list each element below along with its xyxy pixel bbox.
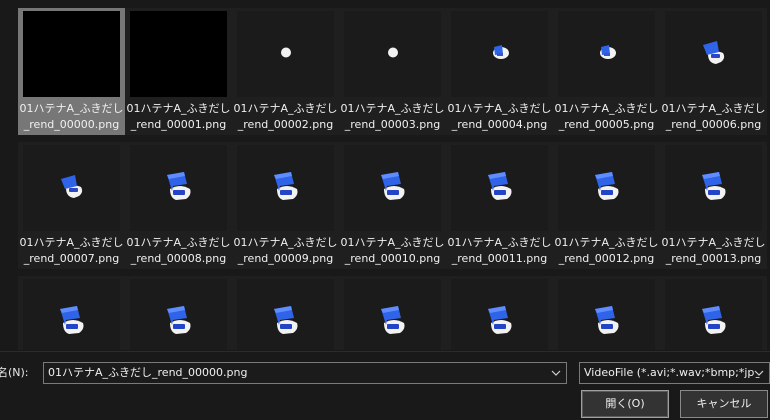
speech-bubble-icon	[269, 169, 303, 207]
cancel-button[interactable]: キャンセル	[680, 390, 768, 418]
file-thumbnail	[237, 145, 334, 231]
file-name-label: 01ハテナA_ふきだし _rend_00011.png	[447, 236, 552, 265]
file-tile[interactable]	[339, 276, 446, 350]
file-tile[interactable]: 01ハテナA_ふきだし _rend_00004.png	[446, 8, 553, 135]
file-name-label: 01ハテナA_ふきだし _rend_00007.png	[19, 236, 124, 265]
filetype-value: VideoFile (*.avi;*.wav;*bmp;*jpg	[584, 366, 762, 379]
file-name-label: 01ハテナA_ふきだし _rend_00006.png	[661, 102, 766, 131]
speech-bubble-icon	[483, 169, 517, 207]
file-tile[interactable]	[553, 276, 660, 350]
file-name-label: 01ハテナA_ふきだし _rend_00008.png	[126, 236, 231, 265]
divider	[0, 351, 770, 352]
speech-bubble-icon	[590, 303, 624, 341]
filename-label: ル名(N):	[0, 366, 29, 379]
file-name-label: 01ハテナA_ふきだし _rend_00000.png	[19, 102, 124, 131]
file-tile[interactable]: 01ハテナA_ふきだし _rend_00005.png	[553, 8, 660, 135]
file-thumbnail	[237, 11, 334, 97]
speech-bubble-icon	[279, 45, 293, 64]
speech-bubble-icon	[376, 169, 410, 207]
filename-value: 01ハテナA_ふきだし_rend_00000.png	[48, 366, 248, 379]
file-tile[interactable]	[446, 276, 553, 350]
speech-bubble-icon	[697, 303, 731, 341]
file-thumbnail	[344, 11, 441, 97]
file-thumbnail	[665, 11, 762, 97]
file-thumbnail	[130, 11, 227, 97]
file-tile[interactable]: 01ハテナA_ふきだし _rend_00003.png	[339, 8, 446, 135]
file-thumbnail	[130, 145, 227, 231]
file-thumbnail	[344, 279, 441, 350]
file-thumbnail	[451, 11, 548, 97]
file-name-label: 01ハテナA_ふきだし _rend_00005.png	[554, 102, 659, 131]
filename-input[interactable]: 01ハテナA_ふきだし_rend_00000.png	[43, 362, 567, 384]
speech-bubble-icon	[57, 172, 87, 204]
file-name-label: 01ハテナA_ふきだし _rend_00010.png	[340, 236, 445, 265]
file-name-label: 01ハテナA_ふきだし _rend_00002.png	[233, 102, 338, 131]
file-name-label: 01ハテナA_ふきだし _rend_00012.png	[554, 236, 659, 265]
speech-bubble-icon	[162, 169, 196, 207]
file-thumbnail	[23, 145, 120, 231]
open-button[interactable]: 開く(O)	[581, 390, 669, 418]
file-tile[interactable]	[18, 276, 125, 350]
file-thumbnail	[451, 145, 548, 231]
file-tile[interactable]: 01ハテナA_ふきだし _rend_00011.png	[446, 142, 553, 269]
chevron-down-icon[interactable]	[551, 369, 561, 377]
filetype-select[interactable]: VideoFile (*.avi;*.wav;*bmp;*jpg	[579, 362, 770, 384]
file-tile[interactable]	[660, 276, 767, 350]
file-thumbnail-grid[interactable]: 01ハテナA_ふきだし _rend_00000.png 01ハテナA_ふきだし _…	[0, 0, 770, 350]
file-thumbnail	[451, 279, 548, 350]
file-tile[interactable]: 01ハテナA_ふきだし _rend_00010.png	[339, 142, 446, 269]
speech-bubble-icon	[489, 42, 511, 66]
file-thumbnail	[665, 279, 762, 350]
file-name-label: 01ハテナA_ふきだし _rend_00009.png	[233, 236, 338, 265]
speech-bubble-icon	[386, 45, 400, 64]
file-tile[interactable]: 01ハテナA_ふきだし _rend_00013.png	[660, 142, 767, 269]
file-tile[interactable]: 01ハテナA_ふきだし _rend_00009.png	[232, 142, 339, 269]
file-tile[interactable]: 01ハテナA_ふきだし _rend_00007.png	[18, 142, 125, 269]
file-thumbnail	[558, 11, 655, 97]
speech-bubble-icon	[590, 169, 624, 207]
file-name-label: 01ハテナA_ふきだし _rend_00013.png	[661, 236, 766, 265]
file-tile[interactable]	[232, 276, 339, 350]
file-thumbnail	[23, 279, 120, 350]
file-tile[interactable]: 01ハテナA_ふきだし _rend_00008.png	[125, 142, 232, 269]
speech-bubble-icon	[269, 303, 303, 341]
speech-bubble-icon	[699, 38, 729, 70]
file-tile[interactable]	[125, 276, 232, 350]
file-name-label: 01ハテナA_ふきだし _rend_00001.png	[126, 102, 231, 131]
file-thumbnail	[130, 279, 227, 350]
file-thumbnail	[23, 11, 120, 97]
speech-bubble-icon	[162, 303, 196, 341]
file-tile[interactable]: 01ハテナA_ふきだし _rend_00001.png	[125, 8, 232, 135]
file-tile[interactable]: 01ハテナA_ふきだし _rend_00000.png	[18, 8, 125, 135]
chevron-down-icon[interactable]	[754, 369, 764, 377]
speech-bubble-icon	[55, 303, 89, 341]
speech-bubble-icon	[376, 303, 410, 341]
file-tile[interactable]: 01ハテナA_ふきだし _rend_00012.png	[553, 142, 660, 269]
file-name-label: 01ハテナA_ふきだし _rend_00004.png	[447, 102, 552, 131]
file-thumbnail	[665, 145, 762, 231]
file-name-label: 01ハテナA_ふきだし _rend_00003.png	[340, 102, 445, 131]
file-thumbnail	[237, 279, 334, 350]
file-tile[interactable]: 01ハテナA_ふきだし _rend_00002.png	[232, 8, 339, 135]
file-thumbnail	[558, 279, 655, 350]
file-tile[interactable]: 01ハテナA_ふきだし _rend_00006.png	[660, 8, 767, 135]
speech-bubble-icon	[483, 303, 517, 341]
speech-bubble-icon	[596, 42, 618, 66]
speech-bubble-icon	[697, 169, 731, 207]
file-thumbnail	[344, 145, 441, 231]
file-thumbnail	[558, 145, 655, 231]
